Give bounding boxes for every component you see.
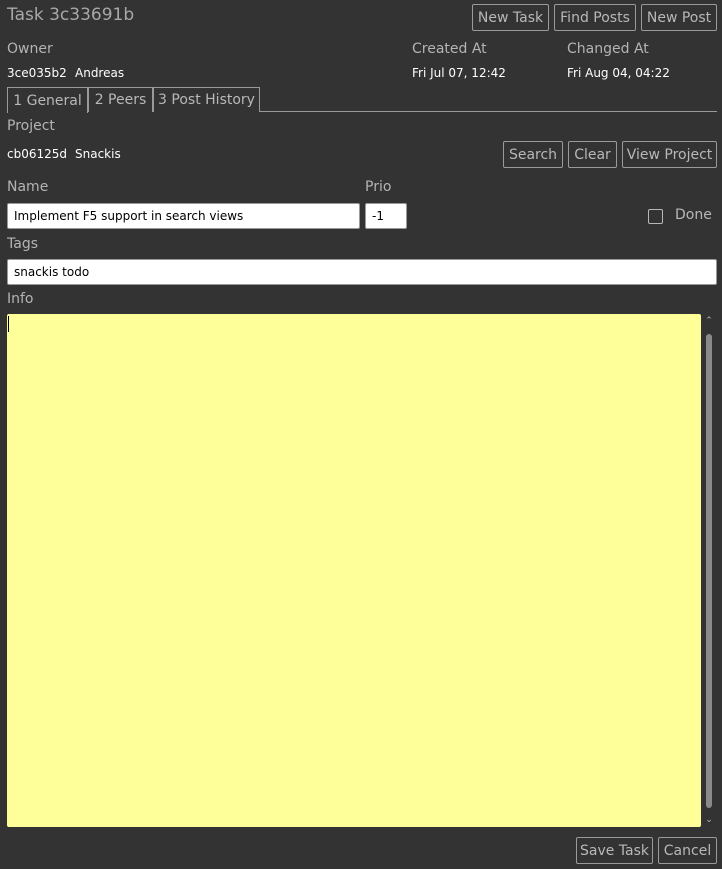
tags-input[interactable]: snackis todo (7, 259, 717, 285)
save-task-button[interactable]: Save Task (576, 837, 653, 864)
task-title: Task 3c33691b (7, 5, 135, 25)
info-textarea[interactable] (7, 314, 701, 827)
created-at-label: Created At (412, 41, 487, 57)
tab-general[interactable]: 1 General (7, 87, 88, 113)
new-task-button[interactable]: New Task (472, 4, 549, 31)
name-label: Name (7, 179, 49, 195)
new-post-button[interactable]: New Post (641, 4, 717, 31)
created-at-value: Fri Jul 07, 12:42 (412, 66, 506, 80)
prio-label: Prio (365, 179, 392, 195)
info-label: Info (7, 291, 34, 307)
project-clear-button[interactable]: Clear (568, 141, 617, 168)
tab-post-history[interactable]: 3 Post History (153, 87, 260, 112)
cancel-button[interactable]: Cancel (658, 837, 717, 864)
tab-baseline-divider (260, 111, 717, 112)
changed-at-value: Fri Aug 04, 04:22 (567, 66, 670, 80)
project-name: Snackis (75, 147, 121, 161)
prio-input[interactable]: -1 (365, 203, 407, 229)
owner-name: Andreas (75, 66, 125, 80)
scroll-up-arrow-icon[interactable]: ⌃ (703, 314, 715, 328)
tab-peers[interactable]: 2 Peers (88, 87, 153, 112)
project-search-button[interactable]: Search (503, 141, 563, 168)
scroll-down-arrow-icon[interactable]: ⌄ (703, 813, 715, 827)
scroll-thumb[interactable] (706, 334, 712, 808)
owner-id: 3ce035b2 (7, 66, 67, 80)
project-id: cb06125d (7, 147, 68, 161)
owner-label: Owner (7, 41, 53, 57)
view-project-button[interactable]: View Project (622, 141, 717, 168)
done-label: Done (675, 207, 712, 223)
tags-label: Tags (7, 236, 38, 252)
text-cursor (8, 316, 9, 332)
info-scrollbar[interactable]: ⌃ ⌄ (703, 314, 715, 827)
project-label: Project (7, 118, 55, 134)
find-posts-button[interactable]: Find Posts (554, 4, 636, 31)
changed-at-label: Changed At (567, 41, 649, 57)
name-input[interactable]: Implement F5 support in search views (7, 203, 360, 229)
done-checkbox[interactable] (648, 209, 663, 224)
